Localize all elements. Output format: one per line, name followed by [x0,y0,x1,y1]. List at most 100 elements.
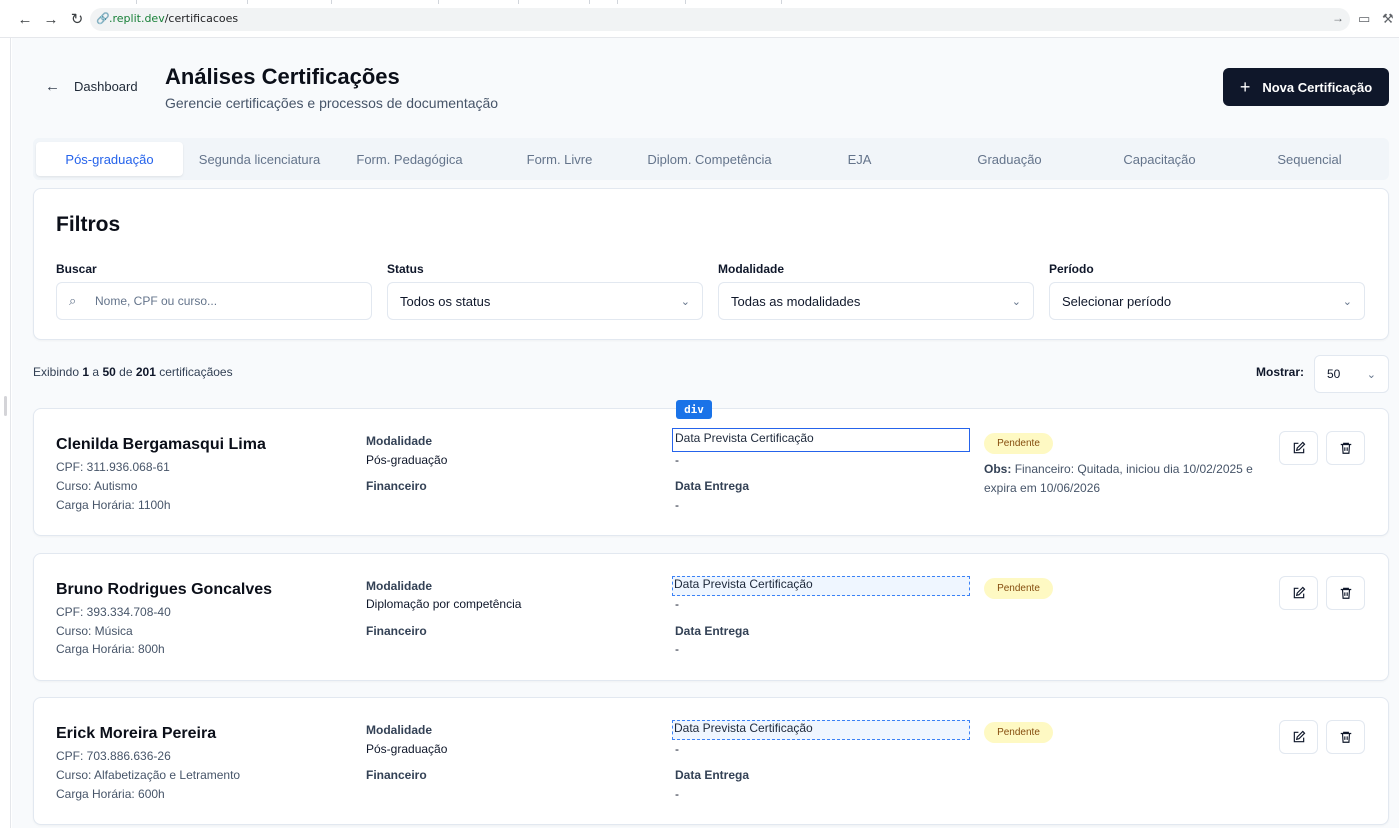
obs-text: Financeiro: Quitada, iniciou dia 10/02/2… [984,462,1253,495]
tab-form-pedagogica[interactable]: Form. Pedagógica [336,142,483,176]
edit-button[interactable] [1279,431,1318,465]
results-summary: Exibindo 1 a 50 de 201 certificaçãoes [33,365,233,379]
tab-eja[interactable]: EJA [786,142,933,176]
tab-sequencial[interactable]: Sequencial [1236,142,1383,176]
back-icon[interactable]: ← [16,11,34,29]
back-label: Dashboard [74,79,138,94]
search-placeholder: Nome, CPF ou curso... [95,294,218,308]
summary-de: de [119,365,133,379]
modalidade-value: Pós-graduação [366,742,448,756]
filters-card: Filtros Buscar ⌕ Nome, CPF ou curso... S… [33,188,1389,340]
edit-button[interactable] [1279,576,1318,610]
back-to-dashboard-link[interactable]: ← Dashboard [45,78,138,95]
chevron-down-icon: ⌄ [1366,369,1376,381]
periodo-select[interactable]: Selecionar período ⌄ [1049,282,1365,320]
periodo-label: Período [1049,262,1094,276]
summary-from: 1 [82,365,90,379]
student-course: Curso: Autismo [56,479,138,493]
summary-prefix: Exibindo [33,365,80,379]
monitor-icon[interactable]: ▭ [1358,11,1370,27]
tab-pos-graduacao[interactable]: Pós-graduação [36,142,183,176]
edit-button[interactable] [1279,720,1318,754]
data-entrega-label: Data Entrega [675,479,750,493]
filters-title: Filtros [56,213,121,236]
search-icon: ⌕ [69,293,77,308]
student-name: Clenilda Bergamasqui Lima [56,436,266,453]
data-entrega-value: - [675,498,679,512]
reload-icon[interactable]: ↻ [68,11,86,29]
search-input[interactable]: ⌕ Nome, CPF ou curso... [56,282,372,320]
delete-button[interactable] [1326,720,1365,754]
summary-to: 50 [102,365,116,379]
address-bar[interactable]: 🔗 .replit.dev/certificacoes → [90,8,1350,31]
modalidade-label: Modalidade [366,579,433,593]
student-hours: Carga Horária: 1100h [56,498,171,512]
status-filter: Status Todos os status ⌄ [387,262,703,320]
chevron-down-icon: ⌄ [1011,296,1021,308]
page-title: Análises Certificações [165,64,400,89]
page-size-label: Mostrar: [1256,365,1305,379]
plus-icon: + [1239,77,1251,97]
forward-icon[interactable]: → [42,11,60,29]
trash-icon [1340,442,1351,454]
data-entrega-label: Data Entrega [675,768,750,782]
link-icon: 🔗 [96,13,110,25]
student-course: Curso: Música [56,624,133,638]
tab-graduacao[interactable]: Graduação [936,142,1083,176]
arrow-left-icon: ← [45,78,60,95]
data-prevista-label: Data Prevista Certificação [672,576,970,596]
trash-icon [1340,731,1351,743]
student-course: Curso: Alfabetização e Letramento [56,768,241,782]
modalidade-value: Diplomação por competência [366,597,522,611]
tab-segunda-licenciatura[interactable]: Segunda licenciatura [186,142,333,176]
student-name: Erick Moreira Pereira [56,725,217,742]
status-badge: Pendente [984,722,1053,743]
arrow-right-icon[interactable]: → [1332,11,1344,25]
tab-diplom-competencia[interactable]: Diplom. Competência [636,142,783,176]
search-label: Buscar [56,262,97,276]
page-size-select[interactable]: 50 ⌄ [1314,355,1389,393]
new-certification-label: Nova Certificação [1262,79,1373,95]
student-cpf: CPF: 393.334.708-40 [56,605,171,619]
chevron-down-icon: ⌄ [1342,296,1352,308]
financeiro-label: Financeiro [366,624,427,638]
new-certification-button[interactable]: + Nova Certificação [1223,68,1389,106]
tab-capacitacao[interactable]: Capacitação [1086,142,1233,176]
modalidade-select[interactable]: Todas as modalidades ⌄ [718,282,1034,320]
periodo-filter: Período Selecionar período ⌄ [1049,262,1365,320]
summary-a: a [92,365,100,379]
edit-icon [1293,586,1305,599]
delete-button[interactable] [1326,431,1365,465]
panel-divider [10,38,11,828]
data-entrega-label: Data Entrega [675,624,750,638]
modalidade-filter: Modalidade Todas as modalidades ⌄ [718,262,1034,320]
status-select[interactable]: Todos os status ⌄ [387,282,703,320]
inspector-tag: div [676,400,712,419]
modalidade-label: Modalidade [718,262,785,276]
browser-toolbar: ← → ↻ 🔗 .replit.dev/certificacoes → ▭ ⚒ [0,0,1399,38]
edit-icon [1293,441,1305,454]
status-label: Status [387,262,424,276]
chevron-down-icon: ⌄ [680,296,690,308]
modality-tabs: Pós-graduação Segunda licenciatura Form.… [33,138,1389,180]
student-name: Bruno Rodrigues Goncalves [56,581,273,598]
modalidade-label: Modalidade [366,434,433,448]
status-value: Todos os status [400,293,491,309]
financeiro-label: Financeiro [366,768,427,782]
student-cpf: CPF: 311.936.068-61 [56,460,170,474]
status-badge: Pendente [984,578,1053,599]
tab-form-livre[interactable]: Form. Livre [486,142,633,176]
wrench-icon[interactable]: ⚒ [1382,11,1394,27]
student-cpf: CPF: 703.886.636-26 [56,749,171,763]
certification-card: Bruno Rodrigues Goncalves CPF: 393.334.7… [33,553,1389,681]
trash-icon [1340,587,1351,599]
tab-strip [0,0,1399,4]
resize-handle[interactable] [4,396,7,416]
observation: Obs: Financeiro: Quitada, iniciou dia 10… [984,460,1284,498]
certification-card: Erick Moreira Pereira CPF: 703.886.636-2… [33,697,1389,825]
modalidade-value: Todas as modalidades [731,293,861,309]
obs-label: Obs: [984,462,1012,476]
data-prevista-value: - [675,742,679,756]
student-hours: Carga Horária: 800h [56,642,165,656]
delete-button[interactable] [1326,576,1365,610]
